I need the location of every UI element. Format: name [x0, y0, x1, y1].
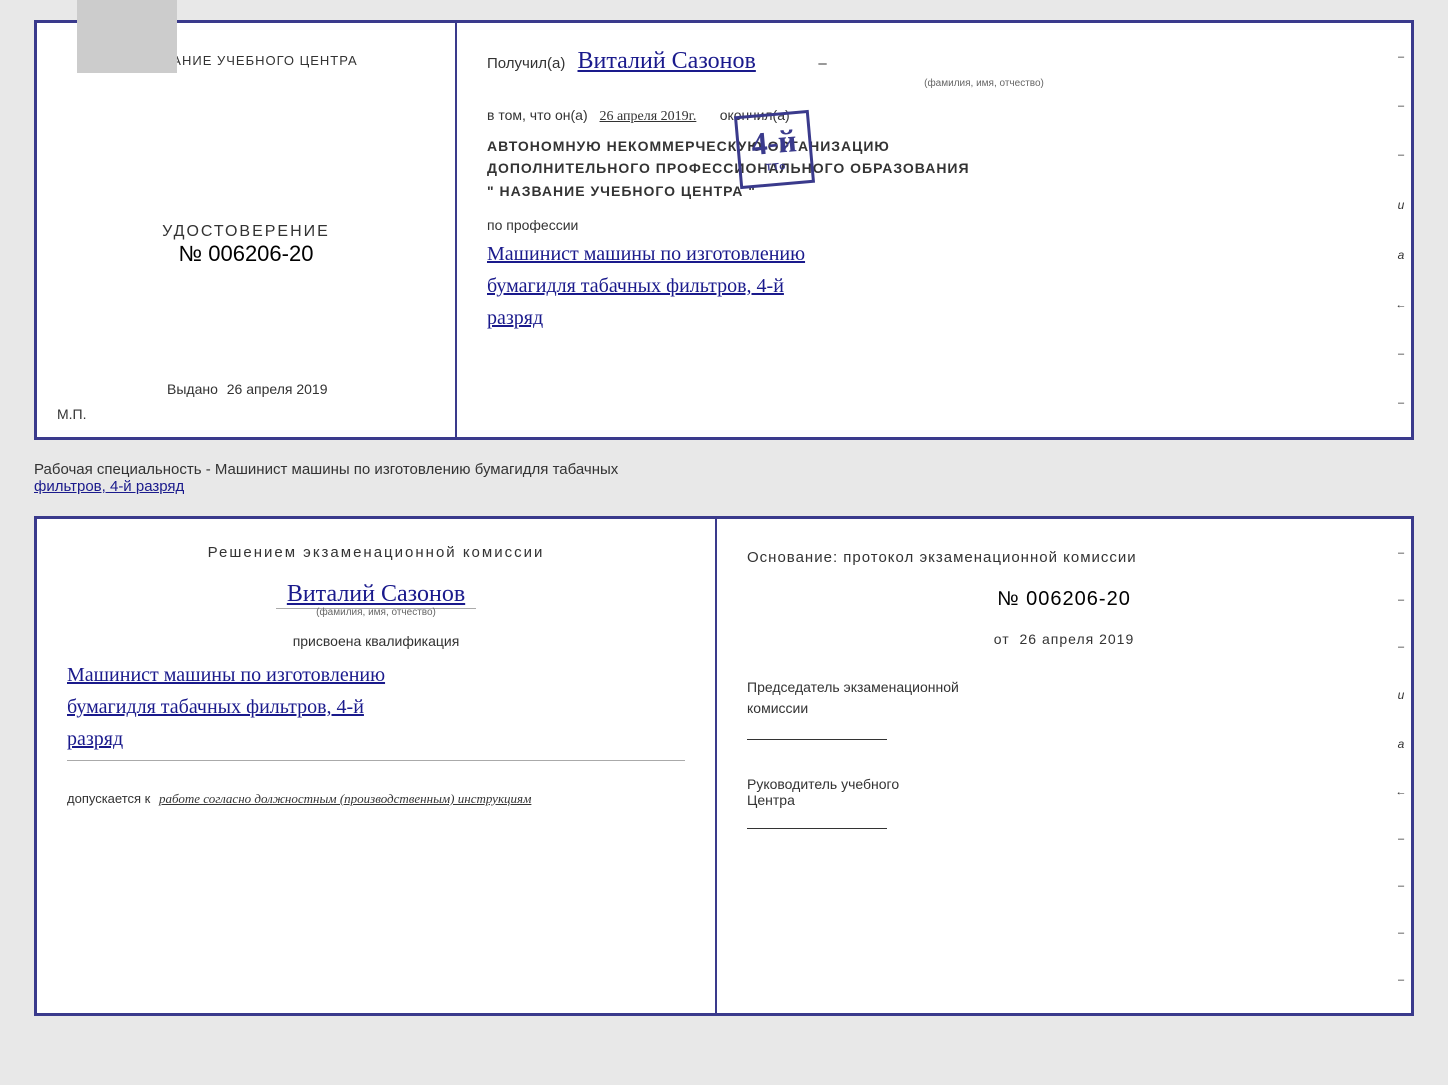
- bottom-profession-line3: разряд: [67, 723, 685, 755]
- osnovanie-text: Основание: протокол экзаменационной коми…: [747, 549, 1137, 566]
- middle-text-line2: фильтров, 4-й разряд: [34, 478, 184, 495]
- top-document: НАЗВАНИЕ УЧЕБНОГО ЦЕНТРА УДОСТОВЕРЕНИЕ №…: [34, 20, 1414, 440]
- vydano-line: Выдано 26 апреля 2019: [167, 381, 328, 397]
- mp-label: М.П.: [57, 406, 87, 422]
- profession-block-top: Машинист машины по изготовлению бумагидл…: [487, 238, 1381, 334]
- profession-line1: Машинист машины по изготовлению: [487, 238, 1381, 270]
- middle-text: Рабочая специальность - Машинист машины …: [34, 456, 1414, 500]
- person-name-block: Виталий Сазонов (фамилия, имя, отчество): [67, 581, 685, 618]
- bottom-right-panel: Основание: протокол экзаменационной коми…: [717, 519, 1411, 1013]
- predsedatel-line2: комиссии: [747, 698, 1381, 719]
- rukovoditel-block: Руководитель учебного Центра: [747, 776, 1381, 832]
- rukovoditel-line2: Центра: [747, 792, 1381, 808]
- fio-hint-bottom: (фамилия, имя, отчество): [67, 607, 685, 618]
- bottom-left-panel: Решением экзаменационной комиссии Витали…: [37, 519, 717, 1013]
- udostoverenie-label: УДОСТОВЕРЕНИЕ: [37, 223, 455, 241]
- top-right-panel: Получил(а) Виталий Сазонов – (фамилия, и…: [457, 23, 1411, 437]
- photo-placeholder: [77, 0, 177, 73]
- protokol-number: № 006206-20: [747, 581, 1381, 617]
- udostoverenie-number: № 006206-20: [37, 241, 455, 267]
- ot-date: от 26 апреля 2019: [747, 627, 1381, 652]
- dopuskaetsya-prefix: допускается к: [67, 791, 150, 806]
- recipient-name-bottom: Виталий Сазонов: [287, 581, 465, 607]
- fio-hint-top: (фамилия, имя, отчество): [587, 78, 1381, 89]
- po-professii: по профессии: [487, 217, 1381, 233]
- predsedatel-block: Председатель экзаменационной комиссии: [747, 677, 1381, 746]
- org-line2: ДОПОЛНИТЕЛЬНОГО ПРОФЕССИОНАЛЬНОГО ОБРАЗО…: [487, 157, 1381, 179]
- poluchil-prefix: Получил(а): [487, 55, 565, 72]
- org-line3: " НАЗВАНИЕ УЧЕБНОГО ЦЕНТРА ": [487, 180, 1381, 202]
- right-dashes-top: – – – и а ← – –: [1391, 23, 1411, 437]
- org-line1: АВТОНОМНУЮ НЕКОММЕРЧЕСКУЮ ОРГАНИЗАЦИЮ: [487, 135, 1381, 157]
- profession-block-bottom: Машинист машины по изготовлению бумагидл…: [67, 659, 685, 755]
- rukovoditel-signature: [747, 828, 887, 829]
- top-left-panel: НАЗВАНИЕ УЧЕБНОГО ЦЕНТРА УДОСТОВЕРЕНИЕ №…: [37, 23, 457, 437]
- vtom-line: в том, что он(а) 26 апреля 2019г. окончи…: [487, 107, 1381, 125]
- bottom-profession-line1: Машинист машины по изготовлению: [67, 659, 685, 691]
- vtom-prefix: в том, что он(а): [487, 107, 588, 123]
- right-dashes-bottom: – – – и а ← – – – –: [1391, 519, 1411, 1013]
- predsedatel-signature: [747, 739, 887, 740]
- bottom-document: Решением экзаменационной комиссии Витали…: [34, 516, 1414, 1016]
- middle-text-line1: Рабочая специальность - Машинист машины …: [34, 461, 618, 478]
- profession-line3: разряд: [487, 302, 1381, 334]
- predsedatel-line1: Председатель экзаменационной: [747, 677, 1381, 698]
- resheniem-title: Решением экзаменационной комиссии: [67, 544, 685, 561]
- vydano-date: 26 апреля 2019: [227, 381, 328, 397]
- org-block: АВТОНОМНУЮ НЕКОММЕРЧЕСКУЮ ОРГАНИЗАЦИЮ ДО…: [487, 135, 1381, 202]
- vydano-label: Выдано: [167, 381, 218, 397]
- stamp-box: 4-й ТТо: [734, 110, 815, 189]
- bottom-profession-line2: бумагидля табачных фильтров, 4-й: [67, 691, 685, 723]
- rukovoditel-line1: Руководитель учебного: [747, 776, 1381, 792]
- profession-line2: бумагидля табачных фильтров, 4-й: [487, 270, 1381, 302]
- stamp-number: 4-й: [750, 122, 798, 163]
- poluchil-line: Получил(а) Виталий Сазонов –: [487, 48, 1381, 75]
- ot-date-value: 26 апреля 2019: [1020, 631, 1135, 647]
- ot-prefix: от: [994, 631, 1010, 647]
- completion-date: 26 апреля 2019г.: [600, 109, 697, 124]
- osnovanie-block: Основание: протокол экзаменационной коми…: [747, 544, 1381, 652]
- dopuskaetsya-block: допускается к работе согласно должностны…: [67, 791, 685, 807]
- dopuskaetsya-text: работе согласно должностным (производств…: [159, 791, 531, 806]
- recipient-name-top: Виталий Сазонов: [578, 48, 756, 74]
- prisvoyena-label: присвоена квалификация: [67, 633, 685, 649]
